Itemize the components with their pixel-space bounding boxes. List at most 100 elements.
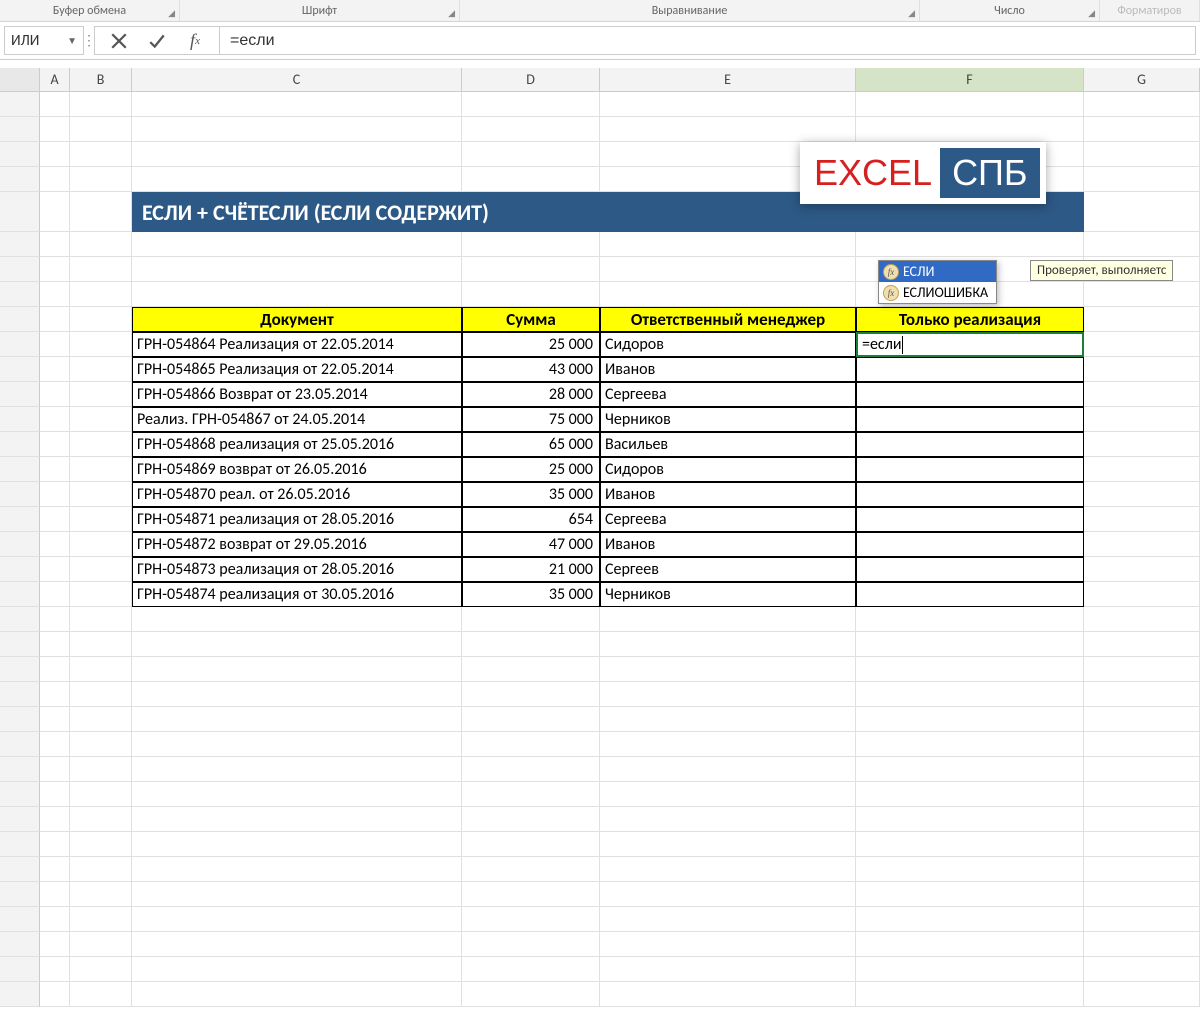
col-header-G[interactable]: G xyxy=(1084,68,1200,91)
ribbon-group-number: Число ◢ xyxy=(920,0,1100,21)
table-row: ГРН-054869 возврат от 26.05.2016 25 000 … xyxy=(0,457,1200,482)
enter-icon[interactable] xyxy=(147,31,167,51)
cell-document[interactable]: ГРН-054864 Реализация от 22.05.2014 xyxy=(132,332,462,357)
cell-document[interactable]: ГРН-054873 реализация от 28.05.2016 xyxy=(132,557,462,582)
th-sum: Сумма xyxy=(462,307,600,332)
cell-sum[interactable]: 25 000 xyxy=(462,457,600,482)
table-row: Реализ. ГРН-054867 от 24.05.2014 75 000 … xyxy=(0,407,1200,432)
cell-manager[interactable]: Черников xyxy=(600,582,856,607)
autocomplete-item-label: ЕСЛИ xyxy=(903,263,935,280)
cell-sum[interactable]: 35 000 xyxy=(462,482,600,507)
cell-manager[interactable]: Иванов xyxy=(600,482,856,507)
cell-document[interactable]: ГРН-054871 реализация от 28.05.2016 xyxy=(132,507,462,532)
cell-manager[interactable]: Иванов xyxy=(600,532,856,557)
table-row: ГРН-054871 реализация от 28.05.2016 654 … xyxy=(0,507,1200,532)
spreadsheet-grid[interactable]: ЕСЛИ + СЧЁТЕСЛИ (ЕСЛИ СОДЕРЖИТ) EXCEL СП… xyxy=(0,92,1200,1007)
cell-sum[interactable]: 65 000 xyxy=(462,432,600,457)
ribbon-group-clipboard: Буфер обмена ◢ xyxy=(0,0,180,21)
select-all-corner[interactable] xyxy=(0,68,40,91)
cell-sum[interactable]: 75 000 xyxy=(462,407,600,432)
col-header-E[interactable]: E xyxy=(600,68,856,91)
function-icon: fx xyxy=(883,264,899,280)
col-header-B[interactable]: B xyxy=(70,68,132,91)
cell-manager[interactable]: Васильев xyxy=(600,432,856,457)
cell[interactable] xyxy=(856,507,1084,532)
cell[interactable] xyxy=(856,532,1084,557)
cell[interactable] xyxy=(856,432,1084,457)
ribbon-group-label: Шрифт xyxy=(302,4,337,18)
ribbon-group-label: Буфер обмена xyxy=(53,4,126,18)
cell[interactable] xyxy=(856,482,1084,507)
table-row: ГРН-054870 реал. от 26.05.2016 35 000 Ив… xyxy=(0,482,1200,507)
table-row: ГРН-054865 Реализация от 22.05.2014 43 0… xyxy=(0,357,1200,382)
name-box[interactable]: ИЛИ ▼ xyxy=(4,26,84,55)
name-box-text: ИЛИ xyxy=(11,32,67,50)
cell[interactable] xyxy=(856,357,1084,382)
cell-document[interactable]: ГРН-054870 реал. от 26.05.2016 xyxy=(132,482,462,507)
logo-overlay: EXCEL СПБ xyxy=(800,142,1046,204)
cell-document[interactable]: ГРН-054866 Возврат от 23.05.2014 xyxy=(132,382,462,407)
cell-sum[interactable]: 654 xyxy=(462,507,600,532)
ribbon-group-bar: Буфер обмена ◢ Шрифт ◢ Выравнивание ◢ Чи… xyxy=(0,0,1200,22)
table-row: ГРН-054874 реализация от 30.05.2016 35 0… xyxy=(0,582,1200,607)
logo-text-spb: СПБ xyxy=(940,148,1040,198)
cell-manager[interactable]: Черников xyxy=(600,407,856,432)
formula-input[interactable] xyxy=(219,26,1196,55)
autocomplete-tooltip: Проверяет, выполняетс xyxy=(1030,260,1173,281)
table-row: ГРН-054873 реализация от 28.05.2016 21 0… xyxy=(0,557,1200,582)
cell-document[interactable]: ГРН-054865 Реализация от 22.05.2014 xyxy=(132,357,462,382)
ribbon-group-font: Шрифт ◢ xyxy=(180,0,460,21)
ribbon-group-label: Выравнивание xyxy=(652,4,728,18)
ribbon-group-formatting: Форматиров xyxy=(1100,0,1200,21)
cell-document[interactable]: Реализ. ГРН-054867 от 24.05.2014 xyxy=(132,407,462,432)
dialog-launcher-icon[interactable]: ◢ xyxy=(448,8,455,19)
cell-sum[interactable]: 43 000 xyxy=(462,357,600,382)
cell-manager[interactable]: Сидоров xyxy=(600,332,856,357)
cell-manager[interactable]: Сергеев xyxy=(600,557,856,582)
cell-manager[interactable]: Сергеева xyxy=(600,382,856,407)
cell[interactable] xyxy=(856,382,1084,407)
cell-sum[interactable]: 47 000 xyxy=(462,532,600,557)
formula-bar-buttons: fx xyxy=(94,26,219,55)
cancel-icon[interactable] xyxy=(109,31,129,51)
separator: ⋮ xyxy=(84,22,94,59)
cell-manager[interactable]: Иванов xyxy=(600,357,856,382)
cell-manager[interactable]: Сидоров xyxy=(600,457,856,482)
formula-bar: ИЛИ ▼ ⋮ fx xyxy=(0,22,1200,60)
autocomplete-item[interactable]: fx ЕСЛИОШИБКА xyxy=(879,282,996,303)
ribbon-group-label: Форматиров xyxy=(1117,4,1181,18)
cell-document[interactable]: ГРН-054874 реализация от 30.05.2016 xyxy=(132,582,462,607)
table-row: ГРН-054866 Возврат от 23.05.2014 28 000 … xyxy=(0,382,1200,407)
cell[interactable] xyxy=(856,582,1084,607)
name-box-dropdown-icon[interactable]: ▼ xyxy=(67,34,77,47)
ribbon-group-label: Число xyxy=(994,4,1025,18)
autocomplete-item[interactable]: fx ЕСЛИ xyxy=(879,261,996,282)
dialog-launcher-icon[interactable]: ◢ xyxy=(168,8,175,19)
dialog-launcher-icon[interactable]: ◢ xyxy=(1088,8,1095,19)
fx-icon[interactable]: fx xyxy=(185,31,205,51)
col-header-D[interactable]: D xyxy=(462,68,600,91)
cell-manager[interactable]: Сергеева xyxy=(600,507,856,532)
cell[interactable] xyxy=(856,407,1084,432)
dialog-launcher-icon[interactable]: ◢ xyxy=(908,8,915,19)
cell-document[interactable]: ГРН-054872 возврат от 29.05.2016 xyxy=(132,532,462,557)
col-header-F[interactable]: F xyxy=(856,68,1084,91)
column-headers: A B C D E F G xyxy=(0,68,1200,92)
col-header-A[interactable]: A xyxy=(40,68,70,91)
table-row: ГРН-054864 Реализация от 22.05.2014 25 0… xyxy=(0,332,1200,357)
col-header-C[interactable]: C xyxy=(132,68,462,91)
active-cell[interactable]: =если xyxy=(856,332,1084,357)
formula-autocomplete-popup: fx ЕСЛИ fx ЕСЛИОШИБКА xyxy=(878,260,997,304)
cell-sum[interactable]: 21 000 xyxy=(462,557,600,582)
cell-sum[interactable]: 25 000 xyxy=(462,332,600,357)
cell-document[interactable]: ГРН-054869 возврат от 26.05.2016 xyxy=(132,457,462,482)
cell[interactable] xyxy=(856,557,1084,582)
th-realization: Только реализация xyxy=(856,307,1084,332)
table-header-row: Документ Сумма Ответственный менеджер То… xyxy=(0,307,1200,332)
th-document: Документ xyxy=(132,307,462,332)
cell[interactable] xyxy=(856,457,1084,482)
cell-sum[interactable]: 28 000 xyxy=(462,382,600,407)
cell-sum[interactable]: 35 000 xyxy=(462,582,600,607)
cell-document[interactable]: ГРН-054868 реализация от 25.05.2016 xyxy=(132,432,462,457)
logo-text-excel: EXCEL xyxy=(806,152,940,194)
